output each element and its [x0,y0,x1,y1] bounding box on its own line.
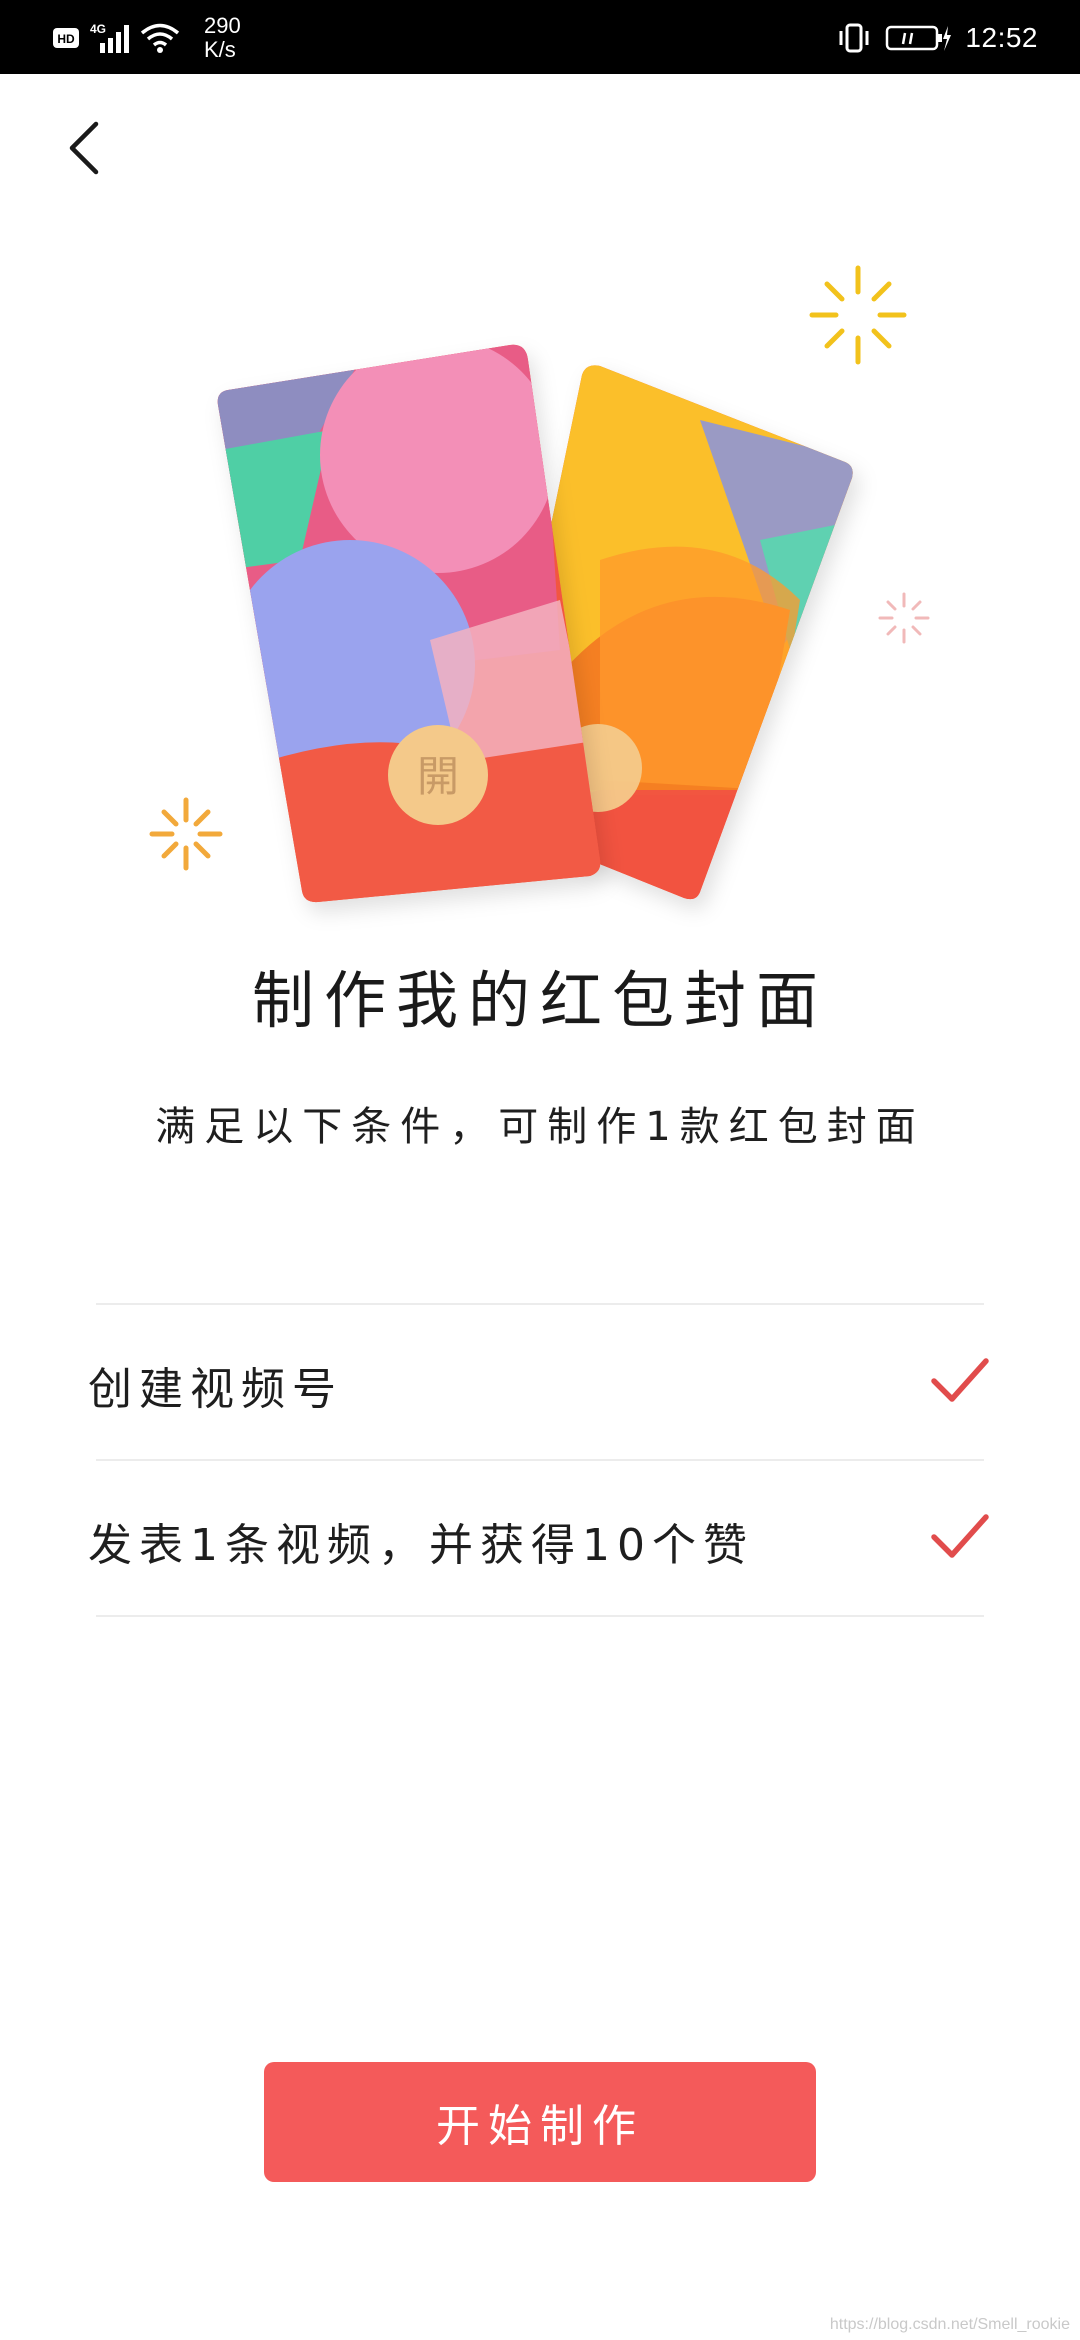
condition-item-post-video: 发表1条视频，并获得10个赞 [88,1461,989,1617]
network-label: 4G [90,22,106,36]
status-right: 12:52 [837,12,1038,64]
battery-icon [886,25,952,51]
signal-icon: 4G [90,22,129,53]
back-button[interactable] [62,118,114,178]
sparkle-top-right-icon [809,265,907,365]
check-icon [931,1514,989,1558]
page-title: 制作我的红包封面 [251,964,828,1037]
page-subtitle: 满足以下条件，可制作1款红包封面 [155,1104,925,1150]
start-making-button[interactable]: 开始制作 [264,2062,816,2182]
front-card: 開 [217,344,601,903]
chevron-left-icon [69,121,99,175]
hd-icon: HD [53,28,79,48]
card-stamp-label: 開 [417,752,459,801]
check-icon [931,1358,989,1402]
conditions-list: 创建视频号 发表1条视频，并获得10个赞 [88,1303,989,1617]
network-speed-value: 290 [204,13,241,38]
red-packet-illustration: 開 [149,265,930,903]
condition-label: 发表1条视频，并获得10个赞 [88,1520,754,1571]
vibrate-icon [839,23,869,53]
status-left: HD 4G 290 K/s [52,12,241,64]
wifi-icon [140,23,180,53]
clock: 12:52 [965,22,1038,53]
status-bar: HD 4G 290 K/s 12:52 [0,0,1080,74]
network-speed-unit: K/s [204,37,236,62]
condition-label: 创建视频号 [88,1364,343,1415]
watermark: https://blog.csdn.net/Smell_rookie [829,2316,1070,2333]
condition-item-create-channel: 创建视频号 [88,1305,989,1461]
network-speed: 290 K/s [204,14,241,62]
sparkle-small-right-icon [878,592,930,644]
screen: HD 4G 290 K/s 12:52 開 制作我的红包封面 满足以下条件，可制… [0,0,1080,2340]
hd-label: HD [57,32,75,46]
sparkle-left-icon [149,797,223,871]
